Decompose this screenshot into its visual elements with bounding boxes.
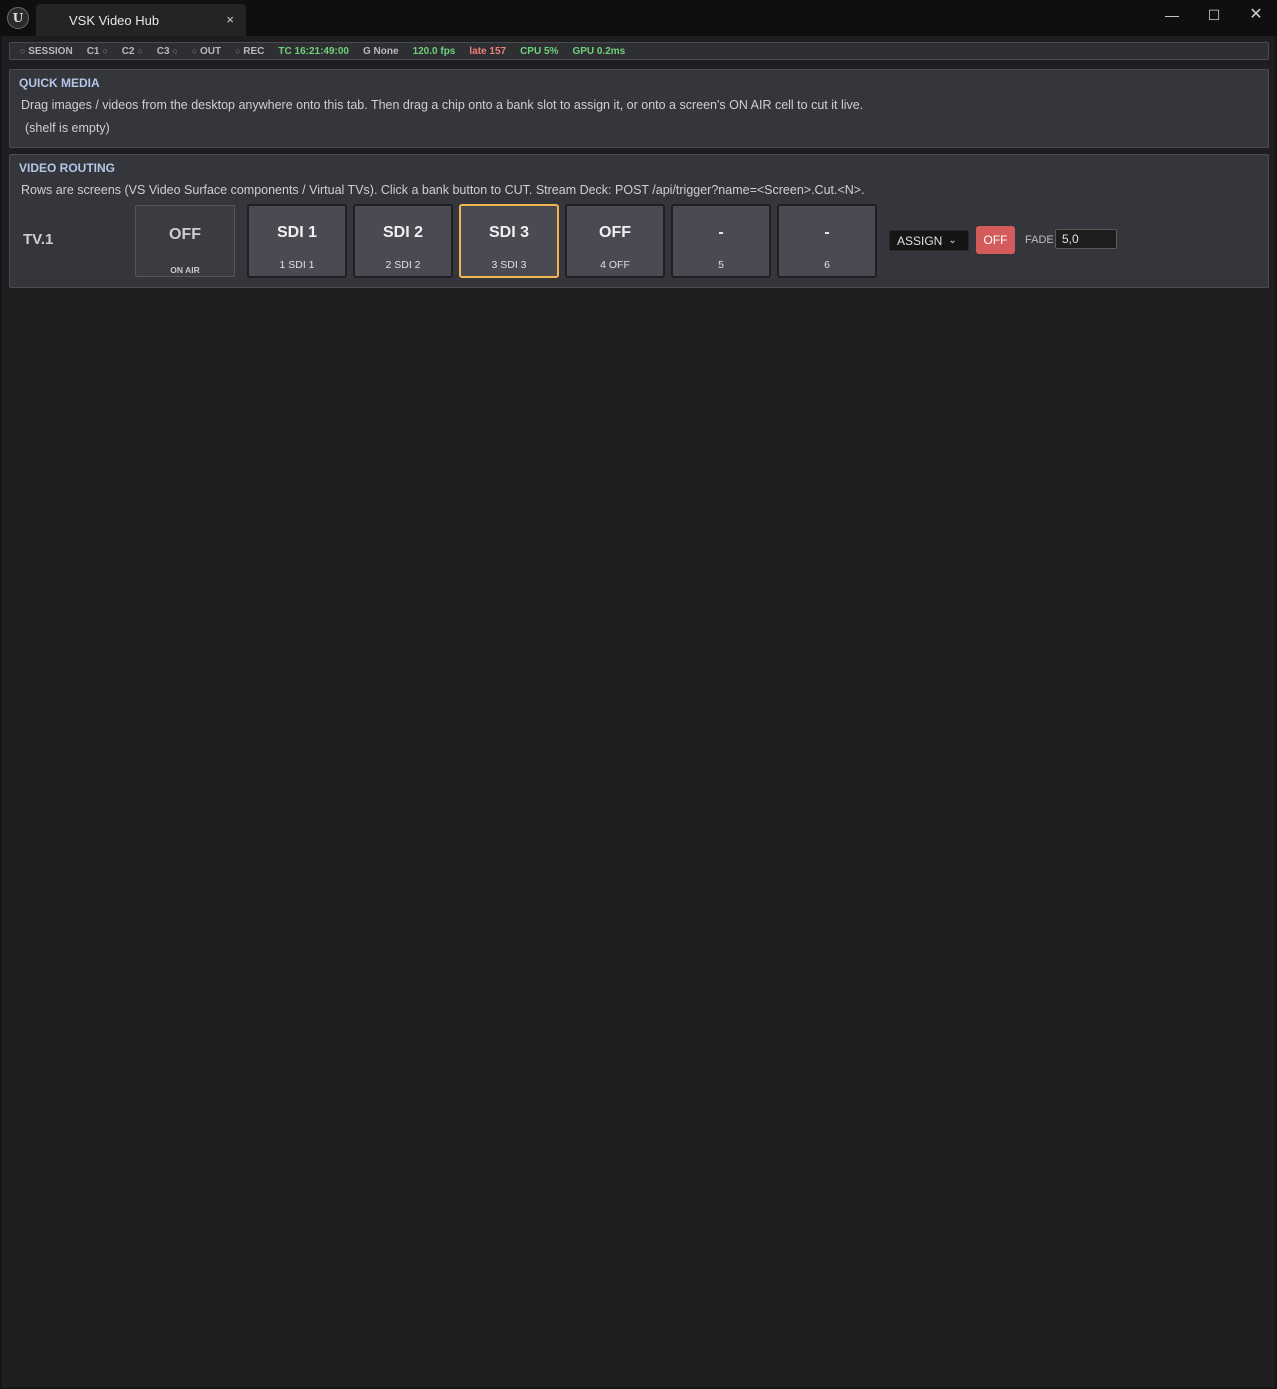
off-button[interactable]: OFF: [976, 226, 1015, 254]
status-dot-icon: ○: [137, 45, 143, 56]
bank-slot-label: 4 OFF: [600, 259, 630, 271]
status-dot-icon: ○: [191, 45, 198, 56]
status-out: ○ OUT: [191, 45, 222, 57]
quick-media-help: Drag images / videos from the desktop an…: [21, 98, 864, 112]
content-area: ○ SESSION C1 ○ C2 ○ C3 ○ ○ OUT ○ REC TC …: [2, 36, 1275, 1387]
title-bar: U VSK Video Hub × — ☐ ✕: [0, 0, 1277, 36]
quick-media-title: QUICK MEDIA: [19, 76, 100, 90]
shelf-empty-text: (shelf is empty): [25, 121, 110, 135]
tab-vsk-video-hub[interactable]: VSK Video Hub ×: [36, 4, 246, 36]
on-air-value: OFF: [169, 226, 201, 243]
bank-source: -: [718, 224, 724, 241]
status-dot-icon: ○: [172, 45, 178, 56]
bank-slot-label: 1 SDI 1: [279, 259, 315, 271]
status-c2: C2 ○: [121, 45, 143, 57]
bank-source: OFF: [599, 224, 631, 241]
unreal-logo-icon[interactable]: U: [7, 7, 29, 29]
status-genlock: G None: [363, 45, 399, 57]
assign-label: ASSIGN: [897, 233, 943, 248]
status-cpu: CPU 5%: [520, 45, 559, 57]
bank-source: SDI 1: [276, 224, 317, 241]
bank-button-1[interactable]: SDI 1 1 SDI 1: [247, 204, 347, 278]
bank-button-3[interactable]: SDI 3 3 SDI 3: [459, 204, 559, 278]
bank-slot-label: 5: [718, 259, 724, 271]
status-dot-icon: ○: [20, 45, 26, 56]
bank-button-5[interactable]: - 5: [671, 204, 771, 278]
video-routing-panel: VIDEO ROUTING Rows are screens (VS Video…: [9, 154, 1269, 288]
on-air-caption: ON AIR: [170, 265, 200, 275]
bank-slot-label: 2 SDI 2: [385, 259, 421, 271]
status-fps: 120.0 fps: [412, 45, 456, 57]
bank-source: SDI 3: [488, 224, 529, 241]
status-gpu: GPU 0.2ms: [572, 45, 626, 57]
video-routing-help: Rows are screens (VS Video Surface compo…: [21, 183, 865, 197]
status-session: ○ SESSION: [20, 45, 73, 57]
bank-button-2[interactable]: SDI 2 2 SDI 2: [353, 204, 453, 278]
minimize-button[interactable]: —: [1152, 4, 1192, 26]
status-dot-icon: ○: [235, 45, 241, 56]
close-tab-icon[interactable]: ×: [226, 12, 234, 27]
close-window-button[interactable]: ✕: [1236, 4, 1276, 26]
bank-slot-label: 6: [824, 259, 830, 271]
status-c1: C1 ○: [86, 45, 108, 57]
bank-source: SDI 2: [382, 224, 423, 241]
maximize-button[interactable]: ☐: [1194, 4, 1234, 26]
status-late: late 157: [469, 45, 507, 57]
chevron-down-icon: ⌄: [948, 235, 957, 246]
bank-slot-label: 3 SDI 3: [491, 259, 527, 271]
bank-button-4[interactable]: OFF 4 OFF: [565, 204, 665, 278]
quick-media-panel[interactable]: QUICK MEDIA Drag images / videos from th…: [9, 69, 1269, 148]
fade-duration-input[interactable]: [1055, 229, 1117, 249]
assign-dropdown[interactable]: ASSIGN ⌄: [889, 230, 969, 251]
screen-name: TV.1: [23, 231, 54, 248]
on-air-cell[interactable]: OFF ON AIR: [135, 205, 235, 277]
bank-source: -: [824, 224, 830, 241]
status-bar: ○ SESSION C1 ○ C2 ○ C3 ○ ○ OUT ○ REC TC …: [9, 42, 1269, 60]
bank-button-6[interactable]: - 6: [777, 204, 877, 278]
status-timecode: TC 16:21:49:00: [278, 45, 349, 57]
fade-label: FADE: [1025, 234, 1054, 246]
status-c3: C3 ○: [156, 45, 178, 57]
tab-title: VSK Video Hub: [69, 13, 160, 28]
status-dot-icon: ○: [102, 45, 108, 56]
video-routing-title: VIDEO ROUTING: [19, 161, 116, 175]
status-rec: ○ REC: [235, 45, 265, 57]
